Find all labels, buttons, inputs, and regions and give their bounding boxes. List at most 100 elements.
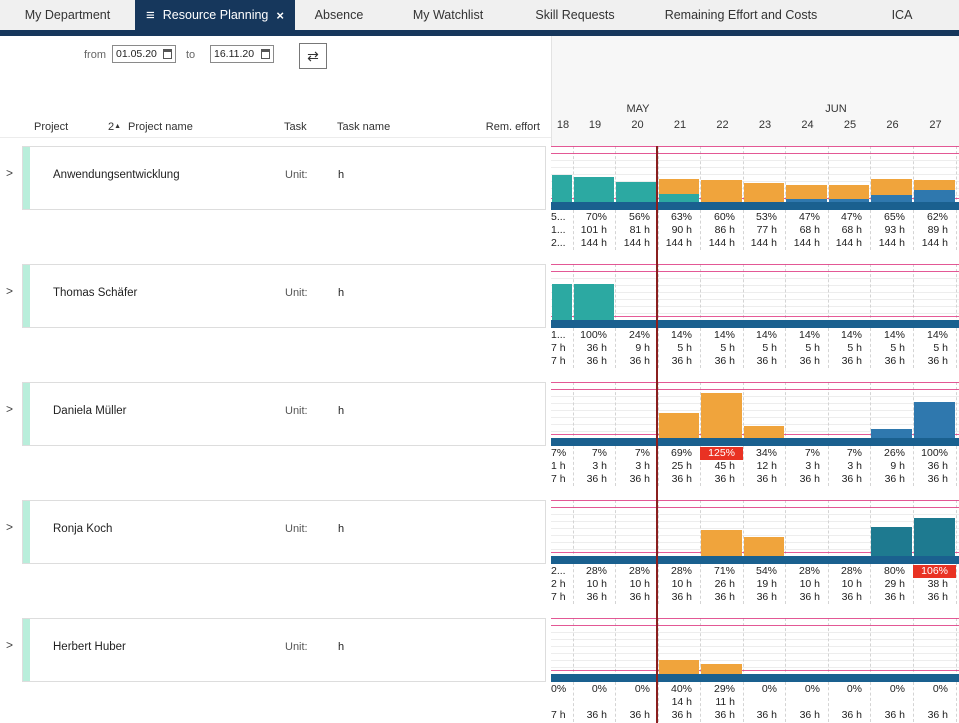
utilization-bar[interactable] [659, 413, 699, 438]
utilization-bar[interactable] [701, 393, 742, 438]
hours-cell: 5 h [913, 342, 956, 355]
resource-row[interactable]: Daniela MüllerUnit:h [22, 382, 546, 446]
week-header: 25 [829, 119, 871, 134]
utilization-bar[interactable] [871, 429, 912, 438]
col-header-rem-effort[interactable]: Rem. effort [470, 121, 540, 133]
utilization-bar[interactable] [914, 518, 955, 556]
percent-cell: 125% [700, 447, 743, 460]
utilization-bar[interactable] [744, 183, 784, 202]
percent-cell: 7% [551, 447, 573, 460]
tab-ica[interactable]: ICA [845, 0, 959, 30]
bar-segment-orange [744, 183, 784, 202]
utilization-bar[interactable] [744, 426, 784, 438]
unit-label: Unit: [285, 641, 308, 653]
expand-chevron[interactable]: > [6, 402, 13, 416]
capacity-cell: 36 h [615, 473, 658, 486]
tab-remaining-effort-and-costs[interactable]: Remaining Effort and Costs [637, 0, 845, 30]
grid-column-separator [956, 618, 957, 682]
hours-cell [551, 696, 573, 709]
close-tab-icon[interactable]: × [276, 9, 284, 22]
col-header-task[interactable]: Task [284, 121, 307, 133]
utilization-bar[interactable] [829, 185, 869, 202]
bar-segment-teal [659, 194, 699, 202]
refresh-button[interactable]: ⇄ [299, 43, 327, 69]
hours-cell: 3 h [785, 460, 828, 473]
tab-my-watchlist[interactable]: My Watchlist [383, 0, 513, 30]
percent-cell: 7% [785, 447, 828, 460]
utilization-bar[interactable] [744, 537, 784, 556]
capacity-line [551, 153, 959, 154]
resource-row[interactable]: Herbert HuberUnit:h [22, 618, 546, 682]
col-header-task-name[interactable]: Task name [337, 121, 390, 133]
capacity-line [551, 670, 959, 671]
utilization-bar[interactable] [914, 402, 955, 438]
percent-cell: 14% [743, 329, 785, 342]
utilization-bar[interactable] [871, 527, 912, 556]
unit-label: Unit: [285, 523, 308, 535]
utilization-bar[interactable] [659, 660, 699, 674]
calendar-icon[interactable] [163, 49, 172, 59]
utilization-bar[interactable] [701, 664, 742, 674]
tab-skill-requests[interactable]: Skill Requests [513, 0, 637, 30]
unit-value: h [338, 287, 344, 299]
row-accent-strip [23, 619, 30, 681]
resource-row[interactable]: Thomas SchäferUnit:h [22, 264, 546, 328]
resource-row[interactable]: Ronja KochUnit:h [22, 500, 546, 564]
tab-absence[interactable]: Absence [295, 0, 383, 30]
capacity-cell: 36 h [743, 591, 785, 604]
percent-cell: 14% [828, 329, 870, 342]
utilization-values: 1...100%24%14%14%14%14%14%14%14%7 h36 h9… [551, 328, 959, 368]
bar-segment-blue [829, 199, 869, 202]
utilization-bar[interactable] [914, 180, 955, 202]
tab-my-department[interactable]: My Department [0, 0, 135, 30]
percent-row: 0%0%0%40%29%0%0%0%0%0% [551, 683, 959, 696]
bar-segment-orange [701, 180, 742, 202]
percent-cell: 24% [615, 329, 658, 342]
capacity-line [551, 271, 959, 272]
grid-column-separator [828, 382, 829, 446]
col-header-project-name[interactable]: Project name [128, 121, 193, 133]
bar-segment-teal [616, 182, 657, 202]
utilization-bar[interactable] [871, 179, 912, 202]
utilization-bar[interactable] [701, 530, 742, 556]
expand-chevron[interactable]: > [6, 166, 13, 180]
capacity-cell: 36 h [913, 355, 956, 368]
sort-indicator[interactable]: 2▲ [108, 121, 121, 133]
capacity-cell: 36 h [913, 591, 956, 604]
utilization-bar[interactable] [574, 284, 614, 320]
utilization-bar[interactable] [574, 177, 614, 202]
bar-segment-teal [574, 177, 614, 202]
expand-chevron[interactable]: > [6, 638, 13, 652]
utilization-bar[interactable] [701, 180, 742, 202]
utilization-bar[interactable] [659, 179, 699, 202]
utilization-bar[interactable] [786, 185, 827, 202]
col-header-project[interactable]: Project [34, 121, 68, 133]
unit-label: Unit: [285, 169, 308, 181]
to-date-input[interactable]: 16.11.20 [210, 45, 274, 63]
utilization-bar[interactable] [552, 175, 572, 202]
capacity-baseline-bar [551, 674, 959, 682]
expand-chevron[interactable]: > [6, 520, 13, 534]
resource-row[interactable]: AnwendungsentwicklungUnit:h [22, 146, 546, 210]
tab-bar: My Department≡Resource Planning×AbsenceM… [0, 0, 959, 30]
hours-cell: 90 h [658, 224, 700, 237]
percent-cell: 0% [573, 683, 615, 696]
from-date-input[interactable]: 01.05.20 [112, 45, 176, 63]
utilization-bar[interactable] [552, 284, 572, 320]
percent-cell: 69% [658, 447, 700, 460]
expand-chevron[interactable]: > [6, 284, 13, 298]
tab-resource-planning[interactable]: ≡Resource Planning× [135, 0, 295, 30]
bar-segment-orange [744, 426, 784, 438]
capacity-cell: 36 h [828, 591, 870, 604]
calendar-icon[interactable] [261, 49, 270, 59]
utilization-bar[interactable] [616, 182, 657, 202]
percent-row: 5...70%56%63%60%53%47%47%65%62% [551, 211, 959, 224]
hours-cell: 3 h [573, 460, 615, 473]
percent-cell: 26% [870, 447, 913, 460]
hours-cell: 93 h [870, 224, 913, 237]
week-header: 23 [744, 119, 786, 134]
capacity-cell: 36 h [658, 591, 700, 604]
capacity-cell: 36 h [658, 355, 700, 368]
capacity-cell: 36 h [785, 355, 828, 368]
grid-column-separator [913, 264, 914, 328]
